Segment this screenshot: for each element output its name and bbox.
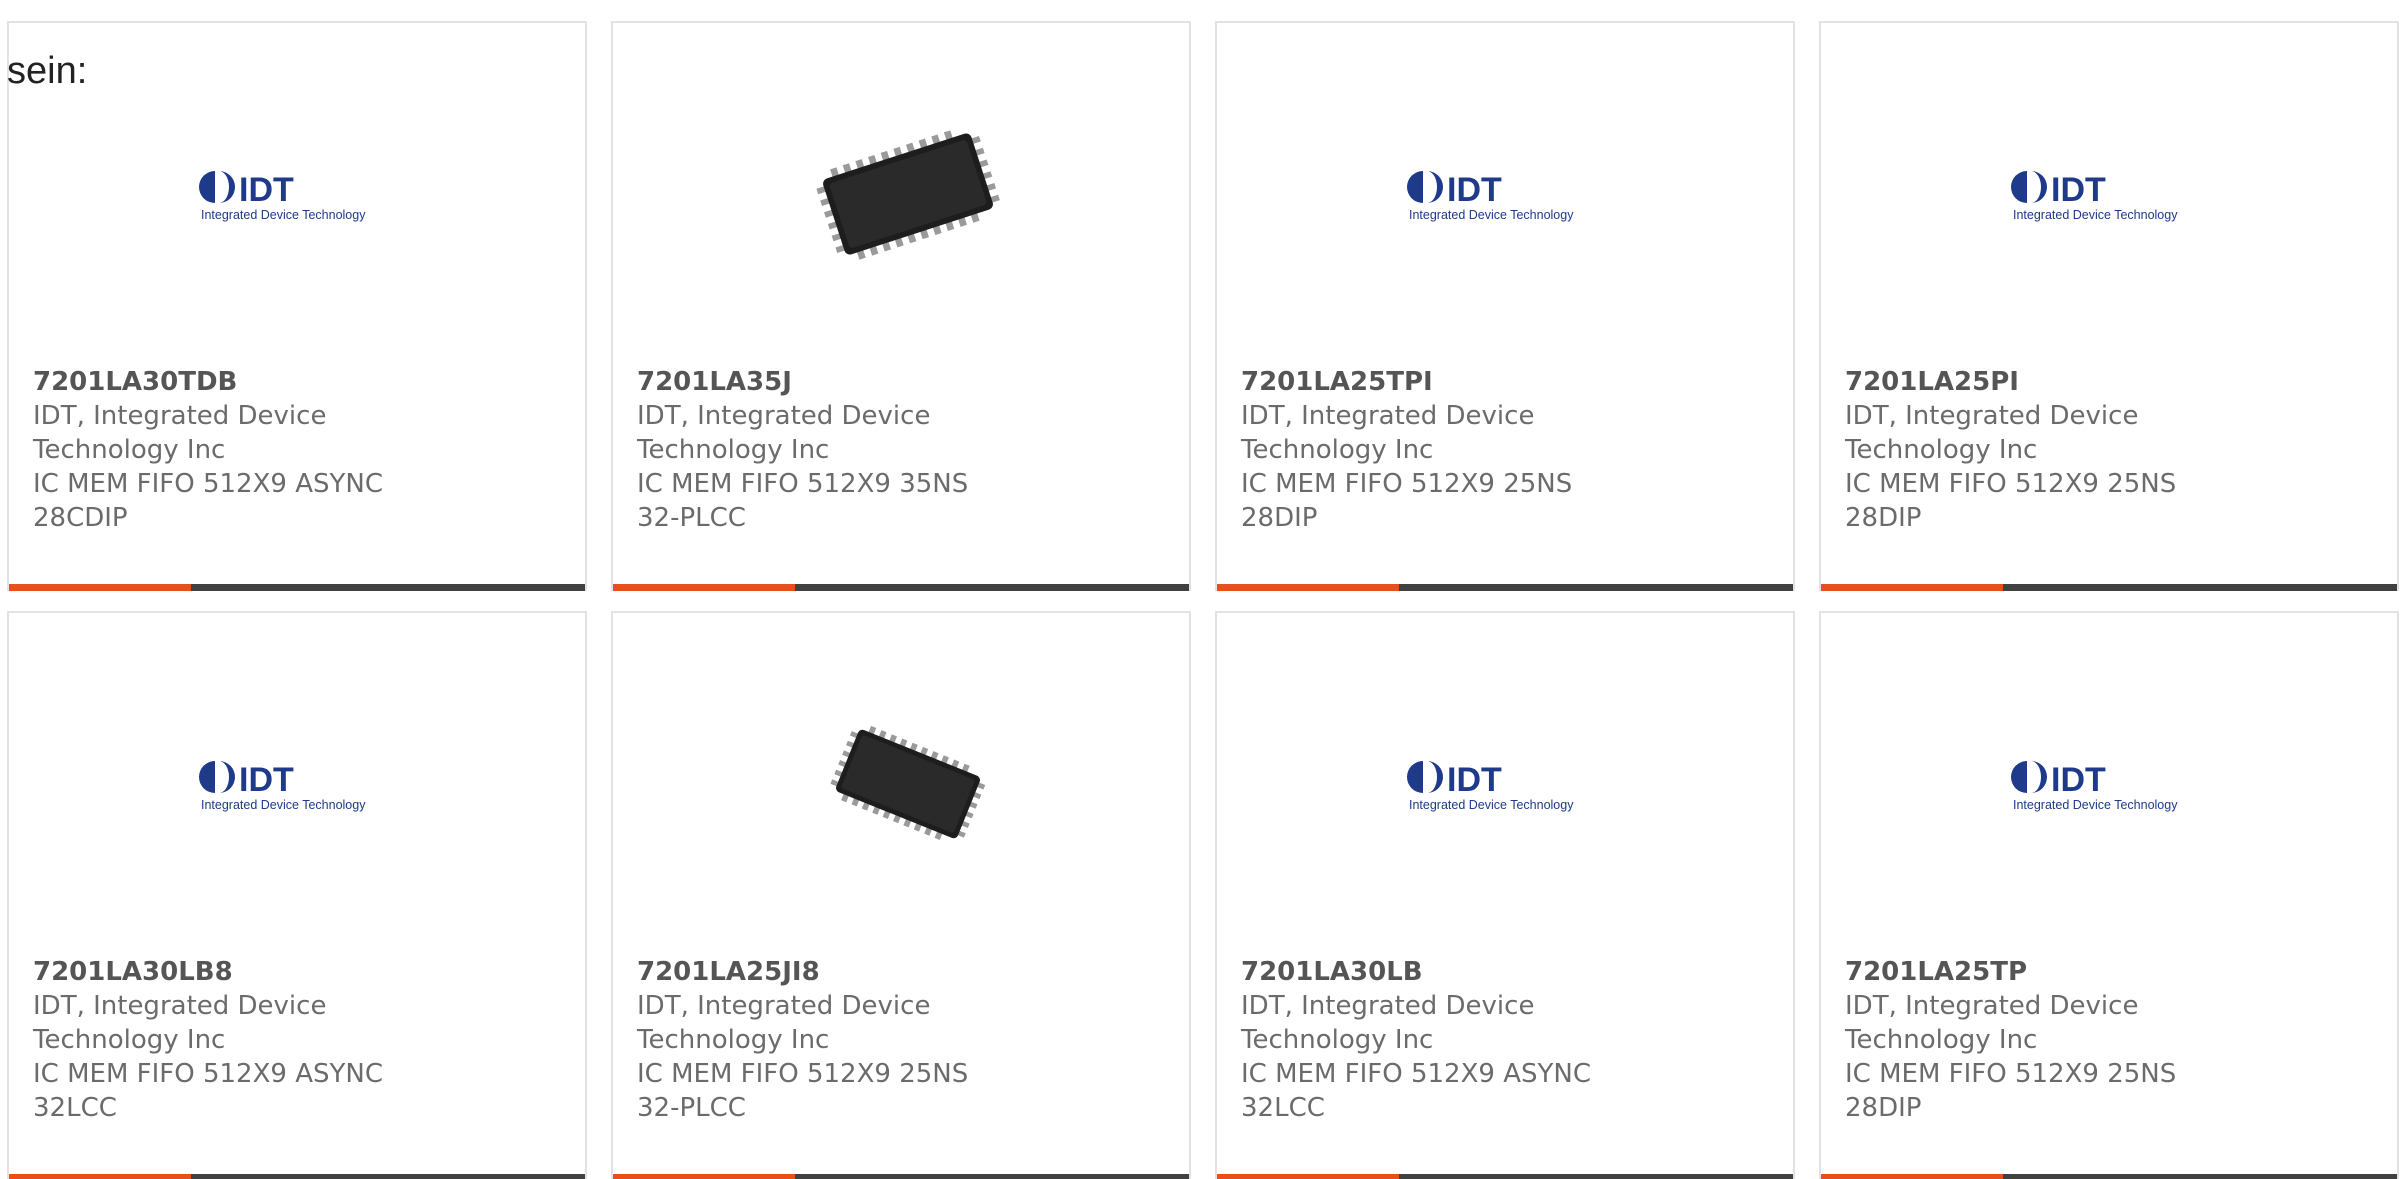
product-card[interactable]: IDT Integrated Device Technology 7201LA30… [7, 21, 587, 591]
product-image[interactable]: IDT Integrated Device Technology [2011, 679, 2221, 889]
product-info: 7201LA30LB8 IDT, Integrated Device Techn… [33, 955, 413, 1125]
product-image[interactable]: IDT Integrated Device Technology [199, 89, 409, 299]
idt-logo-icon: IDTIntegrated Device Technology [199, 171, 366, 222]
svg-text:Integrated Device Technology: Integrated Device Technology [201, 798, 366, 812]
card-accent-bar [1821, 584, 2003, 591]
svg-text:IDT: IDT [2051, 761, 2106, 799]
product-grid-page: sein: IDT Integrated Device Technology 72… [0, 0, 2400, 1179]
svg-text:IDT: IDT [1447, 171, 1502, 209]
product-info: 7201LA25TP IDT, Integrated Device Techno… [1845, 955, 2225, 1125]
card-accent-bar [613, 584, 795, 591]
part-number-link[interactable]: 7201LA30LB8 [33, 957, 233, 987]
product-description: IC MEM FIFO 512X9 35NS 32-PLCC [637, 469, 969, 533]
svg-text:IDT: IDT [239, 171, 294, 209]
product-image[interactable]: IDT Integrated Device Technology [1407, 89, 1617, 299]
idt-logo-icon: IDTIntegrated Device Technology [1407, 761, 1574, 812]
card-accent-bar [1217, 1174, 1399, 1179]
manufacturer-name: IDT, Integrated Device Technology Inc [637, 401, 931, 465]
product-card[interactable]: 7201LA35J IDT, Integrated Device Technol… [611, 21, 1191, 591]
part-number-link[interactable]: 7201LA25JI8 [637, 957, 820, 987]
product-description: IC MEM FIFO 512X9 ASYNC 28CDIP [33, 469, 383, 533]
idt-logo-icon: IDTIntegrated Device Technology [2011, 761, 2178, 812]
part-number-link[interactable]: 7201LA25TP [1845, 957, 2027, 987]
part-number-link[interactable]: 7201LA25PI [1845, 367, 2019, 397]
svg-text:Integrated Device Technology: Integrated Device Technology [2013, 208, 2178, 222]
part-number-link[interactable]: 7201LA30TDB [33, 367, 237, 397]
part-number-link[interactable]: 7201LA35J [637, 367, 792, 397]
svg-text:Integrated Device Technology: Integrated Device Technology [201, 208, 366, 222]
svg-text:Integrated Device Technology: Integrated Device Technology [1409, 208, 1574, 222]
product-image[interactable]: IDT Integrated Device Technology [199, 679, 409, 889]
product-info: 7201LA25PI IDT, Integrated Device Techno… [1845, 365, 2225, 535]
manufacturer-name: IDT, Integrated Device Technology Inc [1845, 401, 2139, 465]
manufacturer-name: IDT, Integrated Device Technology Inc [33, 401, 327, 465]
product-card[interactable]: 7201LA25JI8 IDT, Integrated Device Techn… [611, 611, 1191, 1179]
card-bottom-bar [1217, 584, 1793, 591]
product-image[interactable] [803, 89, 1013, 299]
svg-text:Integrated Device Technology: Integrated Device Technology [2013, 798, 2178, 812]
product-description: IC MEM FIFO 512X9 ASYNC 32LCC [33, 1059, 383, 1123]
plcc-chip-icon [830, 725, 986, 840]
product-description: IC MEM FIFO 512X9 25NS 28DIP [1845, 469, 2177, 533]
manufacturer-name: IDT, Integrated Device Technology Inc [1241, 991, 1535, 1055]
product-info: 7201LA35J IDT, Integrated Device Technol… [637, 365, 1017, 535]
idt-logo-icon: IDTIntegrated Device Technology [2011, 171, 2178, 222]
plcc-chip-icon [816, 130, 1000, 260]
card-bottom-bar [9, 1174, 585, 1179]
svg-text:IDT: IDT [239, 761, 294, 799]
product-info: 7201LA25JI8 IDT, Integrated Device Techn… [637, 955, 1017, 1125]
card-bottom-bar [1217, 1174, 1793, 1179]
manufacturer-name: IDT, Integrated Device Technology Inc [637, 991, 931, 1055]
part-number-link[interactable]: 7201LA25TPI [1241, 367, 1433, 397]
card-accent-bar [9, 1174, 191, 1179]
product-description: IC MEM FIFO 512X9 25NS 28DIP [1241, 469, 1573, 533]
product-info: 7201LA25TPI IDT, Integrated Device Techn… [1241, 365, 1621, 535]
card-accent-bar [1217, 584, 1399, 591]
card-bottom-bar [1821, 584, 2397, 591]
part-number-link[interactable]: 7201LA30LB [1241, 957, 1423, 987]
product-image[interactable] [803, 679, 1013, 889]
card-accent-bar [1821, 1174, 2003, 1179]
idt-logo-icon: IDTIntegrated Device Technology [1407, 171, 1574, 222]
manufacturer-name: IDT, Integrated Device Technology Inc [1845, 991, 2139, 1055]
product-card[interactable]: IDT Integrated Device Technology 7201LA25… [1215, 21, 1795, 591]
product-card[interactable]: IDT Integrated Device Technology 7201LA25… [1819, 21, 2399, 591]
idt-logo-icon: IDTIntegrated Device Technology [199, 761, 366, 812]
svg-text:IDT: IDT [1447, 761, 1502, 799]
product-grid: IDT Integrated Device Technology 7201LA30… [7, 21, 2399, 1179]
product-description: IC MEM FIFO 512X9 25NS 28DIP [1845, 1059, 2177, 1123]
product-description: IC MEM FIFO 512X9 25NS 32-PLCC [637, 1059, 969, 1123]
svg-text:Integrated Device Technology: Integrated Device Technology [1409, 798, 1574, 812]
card-accent-bar [9, 584, 191, 591]
card-bottom-bar [613, 584, 1189, 591]
product-info: 7201LA30TDB IDT, Integrated Device Techn… [33, 365, 413, 535]
card-bottom-bar [613, 1174, 1189, 1179]
manufacturer-name: IDT, Integrated Device Technology Inc [33, 991, 327, 1055]
card-bottom-bar [1821, 1174, 2397, 1179]
product-image[interactable]: IDT Integrated Device Technology [2011, 89, 2221, 299]
product-card[interactable]: IDT Integrated Device Technology 7201LA30… [7, 611, 587, 1179]
product-card[interactable]: IDT Integrated Device Technology 7201LA30… [1215, 611, 1795, 1179]
product-card[interactable]: IDT Integrated Device Technology 7201LA25… [1819, 611, 2399, 1179]
product-description: IC MEM FIFO 512X9 ASYNC 32LCC [1241, 1059, 1591, 1123]
card-bottom-bar [9, 584, 585, 591]
product-image[interactable]: IDT Integrated Device Technology [1407, 679, 1617, 889]
product-info: 7201LA30LB IDT, Integrated Device Techno… [1241, 955, 1621, 1125]
intro-text: sein: [7, 50, 88, 92]
card-accent-bar [613, 1174, 795, 1179]
svg-text:IDT: IDT [2051, 171, 2106, 209]
manufacturer-name: IDT, Integrated Device Technology Inc [1241, 401, 1535, 465]
